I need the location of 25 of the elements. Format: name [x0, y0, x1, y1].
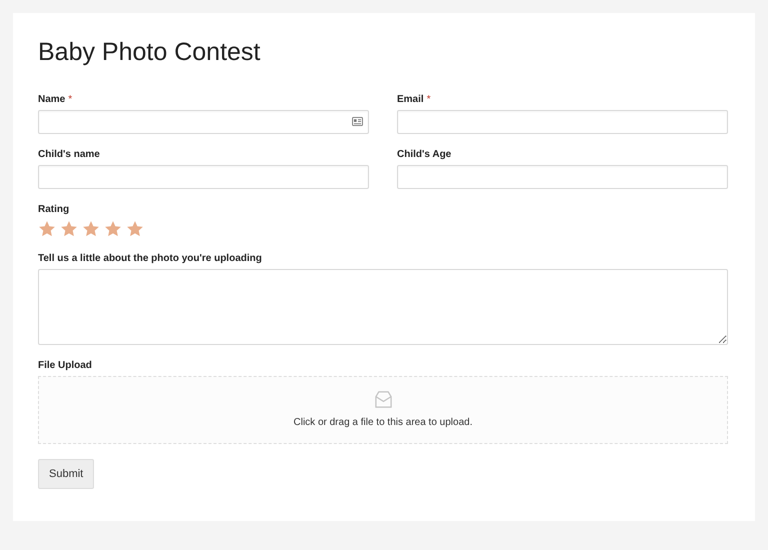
input-field[interactable] [38, 110, 369, 134]
contact-card-icon[interactable] [352, 117, 363, 126]
upload-hint: Click or drag a file to this area to upload. [294, 416, 472, 430]
star-icon[interactable] [82, 220, 100, 238]
star-icon[interactable] [60, 220, 78, 238]
field-label: Tell us a little about the photo you're uploading [38, 253, 263, 265]
text-area[interactable] [38, 269, 728, 345]
star-icon[interactable] [38, 220, 56, 238]
form-title: Baby Photo Contest [38, 37, 262, 67]
field-label: Email [397, 94, 424, 105]
field-label: Rating [38, 204, 70, 216]
field-label: Child's name [38, 149, 101, 161]
input-field[interactable] [38, 165, 369, 189]
star-icon[interactable] [126, 220, 144, 238]
input-field[interactable] [397, 165, 728, 189]
submit-button[interactable]: Submit [38, 459, 94, 489]
upload-area[interactable]: Click or drag a file to this area to upload. [38, 376, 728, 444]
field-label: File Upload [38, 360, 93, 372]
field-label: Name [38, 94, 66, 105]
inbox-icon [374, 390, 392, 409]
required-mark: * [426, 94, 431, 105]
star-icon[interactable] [104, 220, 122, 238]
input-field[interactable] [397, 110, 728, 134]
field-label: Child's Age [397, 149, 452, 161]
required-mark: * [68, 94, 72, 105]
